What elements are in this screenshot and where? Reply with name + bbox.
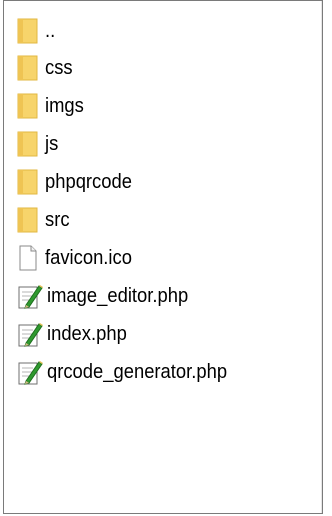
file-list-item-label: favicon.ico	[45, 247, 132, 269]
folder-icon	[17, 206, 39, 234]
file-list-item-label: ..	[45, 20, 56, 42]
file-list-item-favicon[interactable]: favicon.ico	[4, 239, 322, 277]
file-list: .. css imgs js phpqrcode src favicon.ico…	[4, 13, 322, 391]
file-list-item-image-editor[interactable]: image_editor.php	[4, 277, 322, 315]
file-list-panel: .. css imgs js phpqrcode src favicon.ico…	[3, 0, 323, 514]
file-list-item-index[interactable]: index.php	[4, 315, 322, 353]
folder-icon	[17, 130, 39, 158]
file-list-item-phpqrcode[interactable]: phpqrcode	[4, 163, 322, 201]
file-list-item-label: js	[45, 133, 59, 155]
file-list-item-label: css	[45, 57, 73, 79]
file-list-item-label: image_editor.php	[47, 285, 189, 307]
edit-document-icon	[17, 358, 43, 386]
folder-icon	[17, 168, 39, 196]
folder-icon	[17, 54, 39, 82]
file-list-item-qrcode-generator[interactable]: qrcode_generator.php	[4, 353, 322, 391]
edit-document-icon	[17, 282, 43, 310]
folder-icon	[17, 92, 39, 120]
panel-edge-shadow	[321, 1, 322, 513]
folder-icon	[17, 17, 39, 45]
file-list-item-label: qrcode_generator.php	[47, 361, 228, 383]
file-list-item-label: src	[45, 209, 70, 231]
file-list-item-css[interactable]: css	[4, 49, 322, 87]
file-list-item-js[interactable]: js	[4, 125, 322, 163]
panel-top-spacing	[4, 1, 322, 13]
edit-document-icon	[17, 320, 43, 348]
document-icon	[17, 244, 39, 272]
file-list-item-imgs[interactable]: imgs	[4, 87, 322, 125]
file-list-item-label: imgs	[45, 95, 84, 117]
file-list-item-parent-directory[interactable]: ..	[4, 13, 322, 49]
file-list-item-label: index.php	[47, 323, 127, 345]
file-list-item-label: phpqrcode	[45, 171, 132, 193]
file-list-item-src[interactable]: src	[4, 201, 322, 239]
